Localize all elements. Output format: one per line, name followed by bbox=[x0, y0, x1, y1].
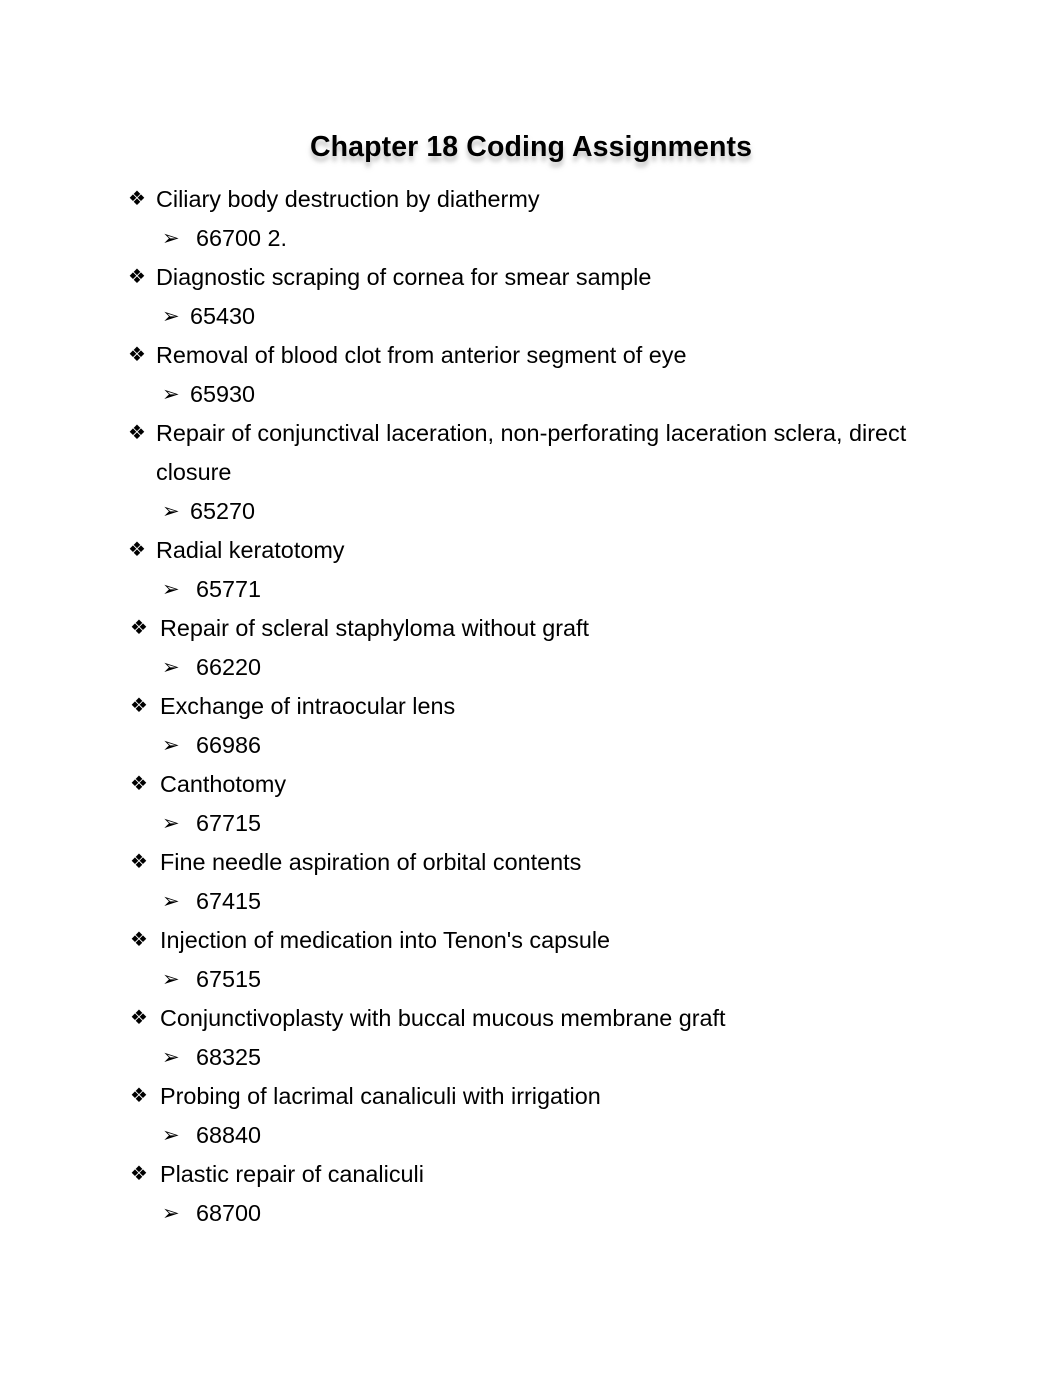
procedure-label: Canthotomy bbox=[160, 771, 287, 797]
procedure-item: ❖ Plastic repair of canaliculi bbox=[0, 1155, 1062, 1194]
procedure-item: ❖ Injection of medication into Tenon's ca… bbox=[0, 921, 1062, 960]
cpt-code-value: 66986 bbox=[196, 732, 262, 758]
page-title-container: Chapter 18 Coding Assignments bbox=[0, 112, 1062, 184]
arrowhead-bullet-icon: ➢ bbox=[162, 656, 180, 679]
four-diamond-bullet-icon: ❖ bbox=[128, 188, 146, 210]
cpt-code-value: 67415 bbox=[196, 888, 262, 914]
cpt-code-value: 65430 bbox=[190, 303, 256, 329]
cpt-code-value: 68840 bbox=[196, 1122, 262, 1148]
four-diamond-bullet-icon: ❖ bbox=[130, 773, 148, 795]
arrowhead-bullet-icon: ➢ bbox=[162, 968, 180, 991]
procedure-label: Repair of conjunctival laceration, non-p… bbox=[156, 420, 907, 485]
procedure-item: ❖ Fine needle aspiration of orbital conte… bbox=[0, 843, 1062, 882]
cpt-code-value: 67515 bbox=[196, 966, 262, 992]
cpt-code-value: 66220 bbox=[196, 654, 262, 680]
coding-assignment-list: ❖ Ciliary body destruction by diathermy ➢ 6… bbox=[0, 180, 1062, 1233]
four-diamond-bullet-icon: ❖ bbox=[130, 1163, 148, 1185]
cpt-code-value: 65930 bbox=[190, 381, 256, 407]
procedure-label: Plastic repair of canaliculi bbox=[160, 1161, 424, 1187]
arrowhead-bullet-icon: ➢ bbox=[162, 383, 180, 406]
four-diamond-bullet-icon: ❖ bbox=[128, 539, 146, 561]
arrowhead-bullet-icon: ➢ bbox=[162, 890, 180, 913]
four-diamond-bullet-icon: ❖ bbox=[128, 266, 146, 288]
procedure-item: ❖ Canthotomy bbox=[0, 765, 1062, 804]
cpt-code-item: ➢ 66220 bbox=[0, 648, 1062, 687]
four-diamond-bullet-icon: ❖ bbox=[130, 1007, 148, 1029]
four-diamond-bullet-icon: ❖ bbox=[130, 617, 148, 639]
cpt-code-value: 67715 bbox=[196, 810, 262, 836]
cpt-code-item: ➢ 67415 bbox=[0, 882, 1062, 921]
four-diamond-bullet-icon: ❖ bbox=[130, 851, 148, 873]
cpt-code-item: ➢ 67715 bbox=[0, 804, 1062, 843]
arrowhead-bullet-icon: ➢ bbox=[162, 812, 180, 835]
procedure-label: Fine needle aspiration of orbital conten… bbox=[160, 849, 582, 875]
arrowhead-bullet-icon: ➢ bbox=[162, 500, 180, 523]
procedure-label: Removal of blood clot from anterior segm… bbox=[156, 342, 687, 368]
procedure-label: Probing of lacrimal canaliculi with irri… bbox=[160, 1083, 601, 1109]
four-diamond-bullet-icon: ❖ bbox=[128, 422, 146, 444]
four-diamond-bullet-icon: ❖ bbox=[130, 695, 148, 717]
arrowhead-bullet-icon: ➢ bbox=[162, 734, 180, 757]
procedure-label: Exchange of intraocular lens bbox=[160, 693, 456, 719]
arrowhead-bullet-icon: ➢ bbox=[162, 305, 180, 328]
procedure-label: Repair of scleral staphyloma without gra… bbox=[160, 615, 590, 641]
procedure-label: Radial keratotomy bbox=[156, 537, 345, 563]
procedure-item: ❖ Repair of scleral staphyloma without gr… bbox=[0, 609, 1062, 648]
cpt-code-item: ➢ 65430 bbox=[0, 297, 1062, 336]
four-diamond-bullet-icon: ❖ bbox=[130, 929, 148, 951]
cpt-code-value: 65270 bbox=[190, 498, 256, 524]
procedure-label: Diagnostic scraping of cornea for smear … bbox=[156, 264, 652, 290]
four-diamond-bullet-icon: ❖ bbox=[130, 1085, 148, 1107]
cpt-code-item: ➢ 65771 bbox=[0, 570, 1062, 609]
cpt-code-item: ➢ 68325 bbox=[0, 1038, 1062, 1077]
page-title: Chapter 18 Coding Assignments bbox=[309, 131, 753, 164]
cpt-code-item: ➢ 67515 bbox=[0, 960, 1062, 999]
procedure-item: ❖ Ciliary body destruction by diathermy bbox=[0, 180, 1062, 219]
procedure-item: ❖ Diagnostic scraping of cornea for smear… bbox=[0, 258, 1062, 297]
procedure-item: ❖ Exchange of intraocular lens bbox=[0, 687, 1062, 726]
arrowhead-bullet-icon: ➢ bbox=[162, 1124, 180, 1147]
procedure-item: ❖ Conjunctivoplasty with buccal mucous me… bbox=[0, 999, 1062, 1038]
procedure-label: Conjunctivoplasty with buccal mucous mem… bbox=[160, 1005, 726, 1031]
cpt-code-item: ➢ 68700 bbox=[0, 1194, 1062, 1233]
cpt-code-item: ➢ 66986 bbox=[0, 726, 1062, 765]
procedure-item: ❖ Repair of conjunctival laceration, non-… bbox=[0, 414, 1062, 492]
arrowhead-bullet-icon: ➢ bbox=[162, 578, 180, 601]
arrowhead-bullet-icon: ➢ bbox=[162, 227, 180, 250]
procedure-item: ❖ Removal of blood clot from anterior seg… bbox=[0, 336, 1062, 375]
procedure-label: Injection of medication into Tenon's cap… bbox=[160, 927, 611, 953]
procedure-label: Ciliary body destruction by diathermy bbox=[156, 186, 540, 212]
cpt-code-item: ➢ 65270 bbox=[0, 492, 1062, 531]
cpt-code-value: 68700 bbox=[196, 1200, 262, 1226]
procedure-item: ❖ Probing of lacrimal canaliculi with irr… bbox=[0, 1077, 1062, 1116]
document-page: Chapter 18 Coding Assignments ❖ Ciliary b… bbox=[0, 0, 1062, 1377]
cpt-code-item: ➢ 65930 bbox=[0, 375, 1062, 414]
cpt-code-item: ➢ 68840 bbox=[0, 1116, 1062, 1155]
arrowhead-bullet-icon: ➢ bbox=[162, 1202, 180, 1225]
four-diamond-bullet-icon: ❖ bbox=[128, 344, 146, 366]
procedure-item: ❖ Radial keratotomy bbox=[0, 531, 1062, 570]
cpt-code-item: ➢ 66700 2. bbox=[0, 219, 1062, 258]
arrowhead-bullet-icon: ➢ bbox=[162, 1046, 180, 1069]
cpt-code-value: 65771 bbox=[196, 576, 262, 602]
cpt-code-value: 66700 2. bbox=[196, 225, 288, 251]
cpt-code-value: 68325 bbox=[196, 1044, 262, 1070]
